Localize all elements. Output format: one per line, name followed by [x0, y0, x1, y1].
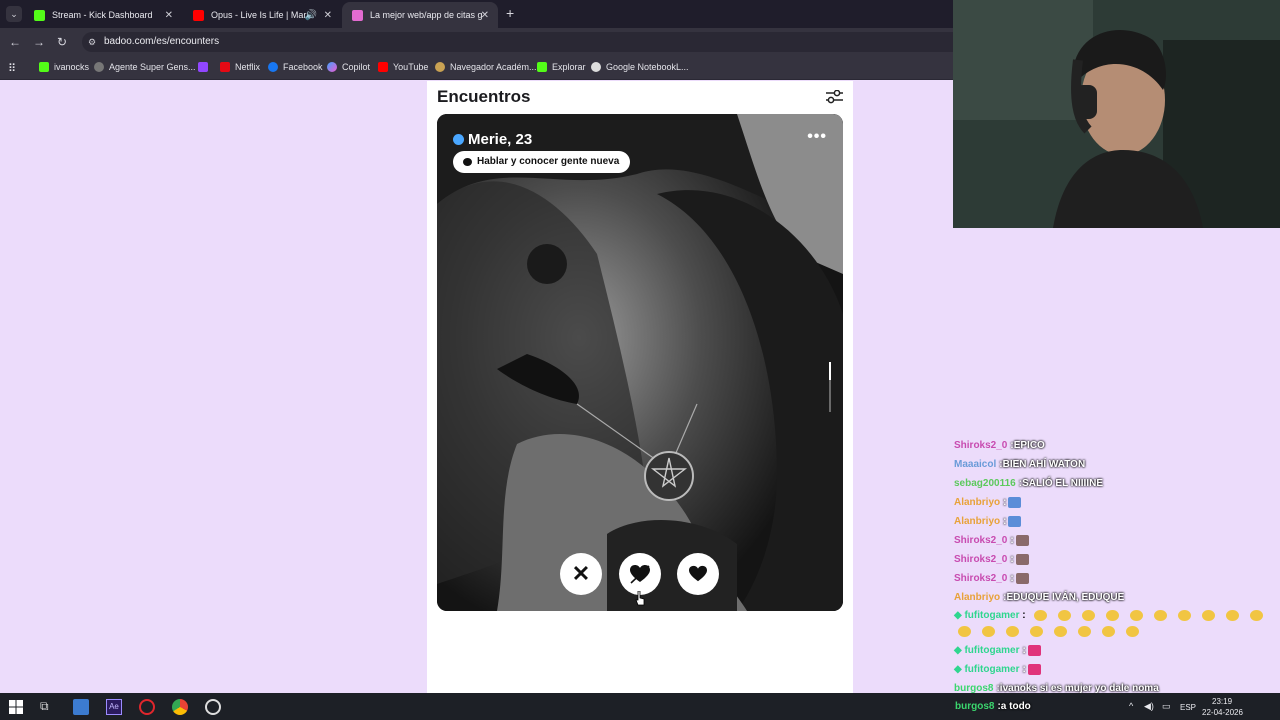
bookmark-agente[interactable]: Agente Super Gens...: [94, 62, 196, 72]
clock-date[interactable]: 22-04-2026: [1202, 708, 1243, 717]
kick-icon: [34, 9, 45, 21]
chat-message: Shiroks2_0: EPICO: [954, 440, 1045, 451]
apps-icon[interactable]: ⠿: [8, 62, 16, 75]
bookmark-notebooklm[interactable]: Google NotebookL...: [591, 62, 689, 72]
academic-icon: [435, 62, 445, 72]
kick-icon: [39, 62, 49, 72]
verified-icon: [453, 134, 464, 145]
network-icon[interactable]: ▭: [1162, 701, 1171, 712]
page-title: Encuentros: [437, 87, 531, 106]
emote-icon: [1027, 664, 1041, 675]
kick-icon: [537, 62, 547, 72]
windows-start-icon[interactable]: [8, 699, 24, 715]
filter-icon[interactable]: [826, 90, 843, 104]
badoo-icon: [352, 9, 363, 21]
chat-message: Alanbriyo:: [954, 493, 1280, 512]
chat-bubble-icon: [463, 158, 472, 166]
arrow-heart-icon: [630, 565, 650, 584]
taskbar: ⧉ Ae burgos8: a todo ^ ◀) ▭ ESP 23:19 22…: [0, 693, 1280, 720]
photo-progress-indicator: [829, 362, 831, 412]
youtube-icon: [378, 62, 388, 72]
reload-icon[interactable]: ↻: [57, 35, 67, 49]
netflix-icon: [220, 62, 230, 72]
like-button[interactable]: [677, 553, 719, 595]
bookmark-twitch[interactable]: [198, 62, 213, 72]
emote-icon: [1015, 535, 1029, 546]
new-tab-button[interactable]: +: [506, 5, 514, 21]
forward-icon[interactable]: →: [33, 35, 45, 49]
notebooklm-icon: [591, 62, 601, 72]
volume-icon[interactable]: ◀): [1144, 701, 1154, 712]
chat-message: Alanbriyo:: [954, 512, 1280, 531]
url-text: badoo.com/es/encounters: [104, 36, 220, 47]
close-icon[interactable]: ✕: [324, 10, 332, 21]
chat-message: ◆ fufitogamer :: [954, 607, 1280, 641]
copilot-icon: [327, 62, 337, 72]
tab-badoo[interactable]: La mejor web/app de citas gra ✕: [342, 2, 498, 28]
task-view-icon[interactable]: ⧉: [40, 699, 56, 715]
tab-youtube-opus[interactable]: Opus - Live Is Life | Marado 🔊 ✕: [183, 2, 341, 28]
emote-icon: [1027, 645, 1041, 656]
emote-icon: [1008, 516, 1022, 527]
crush-button[interactable]: [619, 553, 661, 595]
file-explorer-icon[interactable]: [73, 699, 89, 715]
chat-message: Maaaicol: BIEN AHÍ WATON: [954, 459, 1086, 470]
bookmark-facebook[interactable]: Facebook: [268, 62, 323, 72]
pass-button[interactable]: ✕: [560, 553, 602, 595]
youtube-icon: [193, 9, 204, 21]
opera-gx-icon[interactable]: [139, 699, 155, 715]
emote-icon: [1015, 554, 1029, 565]
chat-message: ◆ fufitogamer:: [954, 660, 1280, 679]
close-icon[interactable]: ✕: [165, 10, 173, 21]
profile-photo: [437, 114, 843, 611]
interest-chip: Hablar y conocer gente nueva: [453, 151, 631, 173]
bookmark-ivanocks[interactable]: ivanocks: [39, 62, 89, 72]
tab-search-button[interactable]: ⌄: [6, 6, 22, 22]
chat-message: burgos8: a todo: [955, 701, 1031, 712]
more-options-icon[interactable]: •••: [807, 128, 827, 146]
chrome-icon[interactable]: [172, 699, 188, 715]
chat-message: Shiroks2_0:: [954, 531, 1280, 550]
twitch-icon: [198, 62, 208, 72]
chat-message: sebag200116: SALIÓ EL NIIIINE: [954, 478, 1103, 489]
tab-title: Opus - Live Is Life | Marado: [211, 10, 311, 20]
bookmark-youtube[interactable]: YouTube: [378, 62, 428, 72]
tab-title: Stream - Kick Dashboard: [52, 10, 153, 20]
webcam-overlay: [953, 0, 1280, 228]
obs-icon[interactable]: [205, 699, 221, 715]
profile-name: Merie, 23: [453, 131, 532, 148]
back-icon[interactable]: ←: [9, 35, 21, 49]
emote-icon: [1008, 497, 1022, 508]
speaker-icon[interactable]: 🔊: [305, 10, 317, 21]
emote-icon: [1015, 573, 1029, 584]
webcam-feed: [953, 0, 1280, 228]
mouse-cursor: [635, 591, 645, 606]
stream-chat: Shiroks2_0: EPICO Maaaicol: BIEN AHÍ WAT…: [954, 436, 1280, 698]
heart-icon: [689, 565, 707, 582]
site-info-icon[interactable]: ⚙: [88, 32, 96, 52]
chat-message: Alanbriyo: EDUQUE IVÁN, EDUQUE: [954, 592, 1125, 603]
after-effects-icon[interactable]: Ae: [106, 699, 122, 715]
bookmark-netflix[interactable]: Netflix: [220, 62, 260, 72]
bookmark-copilot[interactable]: Copilot: [327, 62, 370, 72]
url-field[interactable]: ⚙ badoo.com/es/encounters: [82, 32, 962, 52]
facebook-icon: [268, 62, 278, 72]
agent-icon: [94, 62, 104, 72]
tray-chevron-icon[interactable]: ^: [1129, 701, 1133, 711]
chat-message: ◆ fufitogamer:: [954, 641, 1280, 660]
bookmark-navegador[interactable]: Navegador Académ...: [435, 62, 537, 72]
language-indicator[interactable]: ESP: [1180, 703, 1196, 712]
tab-title: La mejor web/app de citas gra: [370, 10, 482, 20]
chat-message: Shiroks2_0:: [954, 550, 1280, 569]
close-icon[interactable]: ✕: [481, 10, 489, 21]
tab-kick-dashboard[interactable]: Stream - Kick Dashboard ✕: [24, 2, 182, 28]
profile-card[interactable]: Merie, 23 ••• Hablar y conocer gente nue…: [437, 114, 843, 611]
clock-time[interactable]: 23:19: [1212, 697, 1232, 706]
bookmark-explorar[interactable]: Explorar: [537, 62, 586, 72]
chat-message: Shiroks2_0:: [954, 569, 1280, 588]
